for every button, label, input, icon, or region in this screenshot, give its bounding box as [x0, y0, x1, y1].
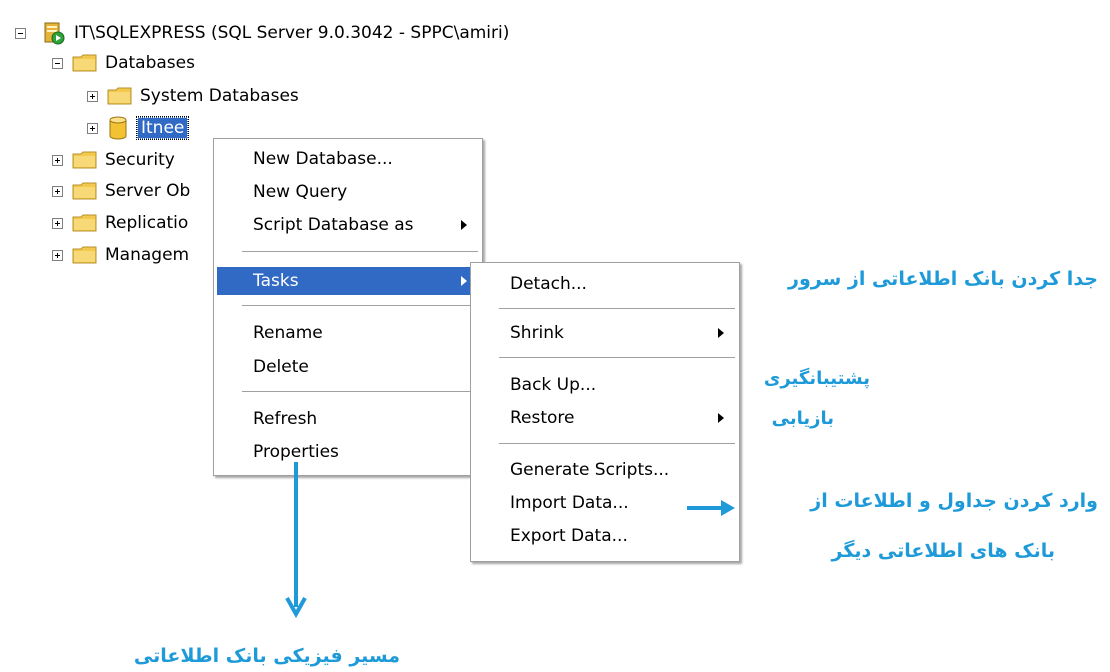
menu-separator [242, 391, 478, 393]
expand-icon[interactable] [52, 154, 63, 166]
arrow-right-icon [687, 500, 735, 516]
server-objects-label: Server Ob [105, 181, 191, 201]
replication-label: Replicatio [105, 213, 189, 233]
menu-item-new-database[interactable]: New Database... [217, 145, 479, 173]
menu-item-script-database-as[interactable]: Script Database as [217, 211, 479, 239]
menu-item-properties[interactable]: Properties [217, 438, 479, 466]
menu-separator [499, 443, 735, 445]
arrow-down-icon [285, 462, 307, 619]
folder-icon [72, 151, 97, 169]
expand-icon[interactable] [87, 122, 98, 134]
tree-node-itnee[interactable]: Itnee [87, 115, 190, 141]
folder-icon [72, 182, 97, 200]
menu-item-rename[interactable]: Rename [217, 319, 479, 347]
tree-node-management[interactable]: Managem [52, 242, 189, 268]
menu-item-delete[interactable]: Delete [217, 353, 479, 381]
menu-separator [499, 308, 735, 310]
server-icon [44, 22, 65, 45]
annotation-import-line1: وارد کردن جداول و اطلاعات از [810, 490, 1098, 512]
menu-separator [242, 305, 478, 307]
annotation-properties: مسیر فیزیکی بانک اطلاعاتی [133, 645, 400, 667]
tree-node-server[interactable]: IT\SQLEXPRESS (SQL Server 9.0.3042 - SPP… [15, 20, 509, 46]
expand-icon[interactable] [52, 185, 63, 197]
tree-node-server-objects[interactable]: Server Ob [52, 178, 190, 204]
folder-icon [107, 87, 132, 105]
server-label: IT\SQLEXPRESS (SQL Server 9.0.3042 - SPP… [74, 23, 510, 43]
annotation-backup: پشتیبانگیری [763, 368, 870, 389]
annotation-restore: بازیابی [771, 408, 834, 429]
collapse-icon[interactable] [15, 27, 26, 39]
expand-icon[interactable] [52, 217, 63, 229]
security-label: Security [105, 150, 175, 170]
menu-item-new-query[interactable]: New Query [217, 178, 479, 206]
expand-icon[interactable] [52, 249, 63, 261]
submenu-arrow-icon [718, 413, 724, 423]
tree-node-replication[interactable]: Replicatio [52, 210, 188, 236]
menu-item-detach[interactable]: Detach... [474, 270, 736, 298]
tree-node-security[interactable]: Security [52, 147, 175, 173]
menu-item-shrink[interactable]: Shrink [474, 319, 736, 347]
database-icon [109, 116, 127, 140]
tree-node-system-databases[interactable]: System Databases [87, 83, 299, 109]
management-label: Managem [105, 245, 190, 265]
submenu-arrow-icon [461, 276, 467, 286]
menu-separator [242, 251, 478, 253]
annotation-import-line2: بانک های اطلاعاتی دیگر [831, 540, 1055, 562]
itnee-label: Itnee [135, 116, 190, 140]
submenu-arrow-icon [461, 220, 467, 230]
menu-item-export-data[interactable]: Export Data... [474, 522, 736, 550]
menu-item-back-up[interactable]: Back Up... [474, 371, 736, 399]
context-menu: New Database... New Query Script Databas… [213, 138, 483, 476]
annotation-detach: جدا کردن بانک اطلاعاتی از سرور [788, 268, 1098, 290]
menu-item-generate-scripts[interactable]: Generate Scripts... [474, 456, 736, 484]
menu-separator [499, 357, 735, 359]
tree-node-databases[interactable]: Databases [52, 50, 195, 76]
expand-icon[interactable] [87, 90, 98, 102]
menu-item-tasks[interactable]: Tasks [217, 267, 479, 295]
menu-item-restore[interactable]: Restore [474, 404, 736, 432]
menu-item-refresh[interactable]: Refresh [217, 405, 479, 433]
databases-label: Databases [105, 53, 195, 73]
folder-icon [72, 214, 97, 232]
folder-icon [72, 54, 97, 72]
system-databases-label: System Databases [140, 86, 299, 106]
collapse-icon[interactable] [52, 57, 63, 69]
folder-icon [72, 246, 97, 264]
submenu-arrow-icon [718, 328, 724, 338]
